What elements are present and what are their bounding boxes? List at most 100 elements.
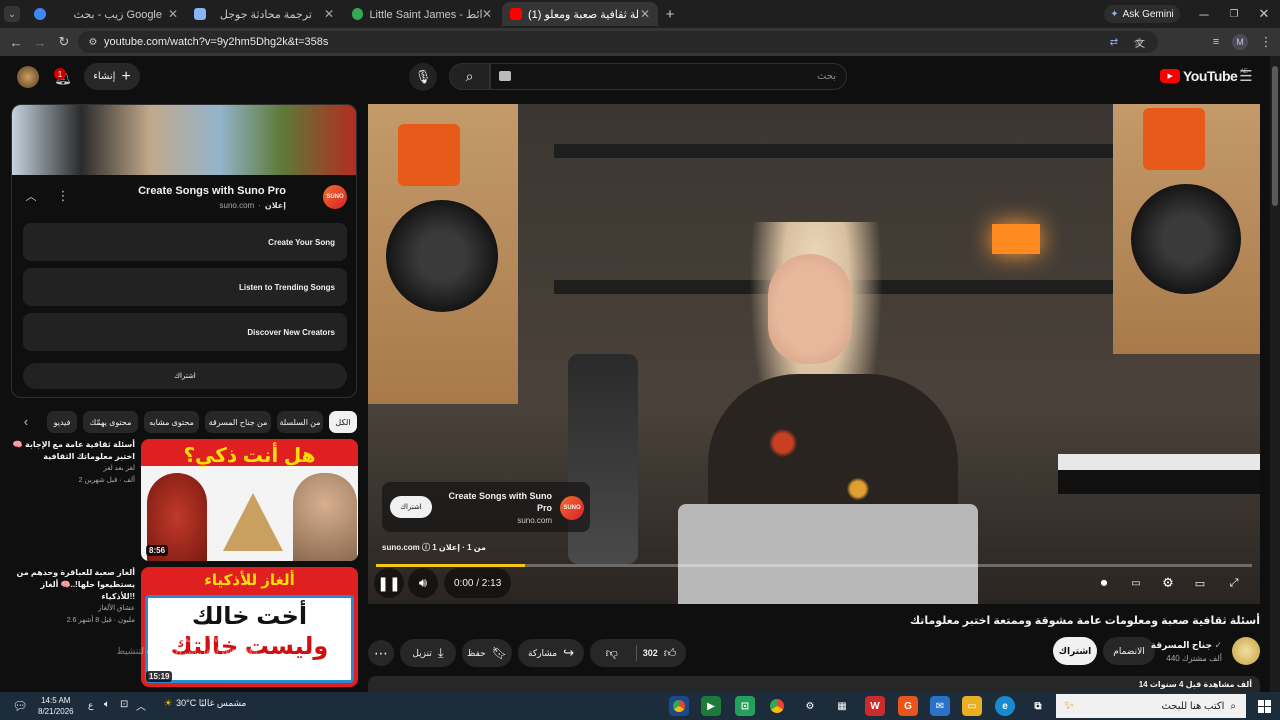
chevron-left-icon[interactable]: ‹ [19, 414, 33, 429]
related-video-item[interactable]: ألغاز للأذكياء أخت خالك وليست خالتك 15:1… [10, 567, 358, 689]
chrome-taskbar-icon[interactable] [669, 696, 689, 716]
collapse-icon[interactable]: ︿ [24, 189, 38, 203]
notification-center-icon[interactable]: 💬︎ [10, 696, 30, 716]
autoplay-toggle-icon[interactable]: ⏺ [1094, 574, 1114, 592]
video-player[interactable]: اشتراك Create Songs with Suno Pro suno.c… [368, 104, 1260, 604]
scrollbar-thumb[interactable] [1272, 66, 1278, 206]
page-scrollbar[interactable] [1270, 56, 1280, 692]
fullscreen-icon[interactable]: ⤢ [1224, 574, 1244, 592]
settings-gear-icon[interactable]: ⚙ [1158, 574, 1178, 592]
profile-avatar[interactable]: M [1232, 34, 1248, 50]
reading-list-icon[interactable]: ≡ [1208, 34, 1224, 50]
site-info-icon[interactable]: ⚙ [86, 35, 100, 49]
volume-tray-icon[interactable]: 🔈︎ [104, 699, 110, 710]
join-button[interactable]: الانضمام [1103, 637, 1155, 665]
back-icon[interactable]: ← [8, 34, 24, 50]
channel-avatar[interactable] [1232, 637, 1260, 665]
translate-page-icon[interactable]: ⇄ [1106, 34, 1122, 50]
tray-overflow-icon[interactable]: ︿ [136, 698, 146, 713]
ad-banner-image[interactable] [12, 105, 356, 175]
address-bar[interactable]: ⚙ youtube.com/watch?v=9y2hm5Dhg2k&t=358s… [78, 31, 1158, 53]
task-view-icon[interactable]: ⧉ [1028, 696, 1048, 716]
video-thumbnail[interactable]: ألغاز للأذكياء أخت خالك وليست خالتك 15:1… [141, 567, 358, 687]
chip-similar[interactable]: محتوى مشابه [144, 411, 199, 433]
taskbar-search-input[interactable]: ✨︎ اكتب هنا للبحث ⌕ [1056, 694, 1246, 718]
account-avatar[interactable] [17, 66, 39, 88]
ad-overlay-card[interactable]: اشتراك Create Songs with Suno Pro suno.c… [382, 482, 590, 532]
like-icon[interactable]: 👍︎ [664, 646, 677, 661]
weather-widget[interactable]: ☀ 30°C مشمس غالبًا [164, 698, 246, 709]
tab-search-icon[interactable]: ⌄ [4, 6, 20, 22]
chip-from-channel[interactable]: من جناح المسرقة [205, 411, 271, 433]
more-options-icon[interactable]: ⋮ [56, 188, 70, 203]
app-icon[interactable]: ⊡ [735, 696, 755, 716]
browser-menu-icon[interactable]: ⋮ [1258, 34, 1274, 50]
file-explorer-icon[interactable]: ▭ [962, 696, 982, 716]
create-your-song-button[interactable]: Create Your Song [23, 223, 347, 261]
share-button[interactable]: مشاركة ↪ [518, 639, 584, 667]
ad-title[interactable]: Create Songs with Suno Pro [138, 185, 286, 197]
download-button[interactable]: تنزيل ⤓ [400, 639, 456, 667]
close-icon[interactable]: ✕ [324, 7, 334, 21]
window-close-icon[interactable]: ✕ [1256, 6, 1272, 22]
video-title[interactable]: أسئلة ثقافية عامة مع الإجابة 🧠 اختبر معل… [10, 439, 135, 463]
keyboard-icon[interactable] [499, 71, 511, 81]
discover-creators-button[interactable]: Discover New Creators [23, 313, 347, 351]
voice-search-icon[interactable]: 🎙︎ [409, 63, 437, 91]
captions-icon[interactable]: ▭ [1126, 574, 1146, 592]
tab-google-maps[interactable]: Little Saint James - خرائط Goog ✕ [344, 2, 500, 26]
reload-icon[interactable]: ↻ [56, 34, 72, 50]
input-language[interactable]: ع [88, 700, 93, 711]
overlay-ad-title[interactable]: Create Songs with Suno Pro [442, 490, 552, 514]
description-box[interactable]: 14 ألف مشاهدة قبل 4 سنوات [368, 676, 1260, 692]
edge-icon[interactable]: e [995, 696, 1015, 716]
theater-mode-icon[interactable]: ▭ [1190, 574, 1210, 592]
overlay-subscribe-button[interactable]: اشتراك [390, 496, 432, 518]
create-button[interactable]: إنشاء + [84, 63, 140, 90]
store-icon[interactable]: ▦ [832, 696, 852, 716]
restore-icon[interactable]: ❐ [1226, 6, 1242, 22]
save-button[interactable]: حفظ 🔖︎ [462, 639, 512, 667]
network-icon[interactable]: ⊡ [120, 699, 128, 710]
page-translate-icon[interactable]: 文 [1132, 34, 1148, 50]
like-count[interactable]: 302 [643, 648, 658, 658]
media-player-icon[interactable]: ▶ [701, 696, 721, 716]
volume-icon[interactable]: 🔊︎ [408, 568, 438, 598]
ad-info-text[interactable]: suno.com ⓘ 1 من 1 · إعلان [382, 542, 486, 553]
new-tab-icon[interactable]: + [662, 6, 678, 23]
guide-menu-icon[interactable]: ☰ [1237, 67, 1255, 85]
system-clock[interactable]: 14:5 AM 8/21/2026 [38, 695, 74, 717]
video-thumbnail[interactable]: هل أنت ذكي؟ 8:56 [141, 439, 358, 561]
channel-name[interactable]: جناح المسرقة ✓ [1151, 640, 1222, 651]
suno-logo[interactable]: SUNO [560, 496, 584, 520]
related-video-item[interactable]: هل أنت ذكي؟ 8:56 أسئلة ثقافية عامة مع ال… [10, 439, 358, 563]
video-title[interactable]: ألغاز صعبة للعباقرة وحدهم من يستطيعوا حل… [10, 567, 135, 603]
close-icon[interactable]: ✕ [482, 7, 492, 21]
channel-name[interactable]: عشاق الألغاز [10, 603, 135, 615]
ask-gemini-button[interactable]: ✦ Ask Gemini [1104, 5, 1180, 23]
more-actions-icon[interactable]: ⋯ [368, 640, 394, 666]
mail-icon[interactable]: ✉ [930, 696, 950, 716]
tab-google-translate[interactable]: ترجمة محادثة جوجل ✕ [186, 2, 342, 26]
search-input[interactable]: بحث [490, 63, 847, 90]
chrome-alt-icon[interactable] [767, 696, 787, 716]
suno-logo[interactable]: SUNO [323, 185, 347, 209]
tab-youtube[interactable]: (1) أسئلة ثقافية صعبة ومعلو ✕ [502, 2, 658, 26]
close-icon[interactable]: ✕ [168, 7, 178, 21]
listen-trending-button[interactable]: Listen to Trending Songs [23, 268, 347, 306]
tab-google-search[interactable]: زيب - بحث Google ✕ [26, 2, 186, 26]
youtube-logo[interactable]: ▶ YouTube AE [1160, 68, 1248, 84]
ad-subscribe-button[interactable]: اشتراك [23, 363, 347, 389]
start-button[interactable] [1254, 696, 1274, 716]
pause-icon[interactable]: ❚❚ [374, 568, 404, 598]
wps-icon[interactable]: W [865, 696, 885, 716]
settings-taskbar-icon[interactable]: ⚙ [800, 696, 820, 716]
chip-all[interactable]: الكل [329, 411, 357, 433]
subscribe-button[interactable]: اشتراك [1053, 637, 1097, 665]
close-icon[interactable]: ✕ [640, 7, 650, 21]
minimize-icon[interactable]: ─ [1196, 6, 1212, 22]
dislike-icon[interactable]: 👎︎ [594, 646, 630, 661]
chip-videos[interactable]: فيديو [47, 411, 77, 433]
chip-from-series[interactable]: من السلسلة [277, 411, 323, 433]
chip-for-you[interactable]: محتوى يهمّك [83, 411, 138, 433]
